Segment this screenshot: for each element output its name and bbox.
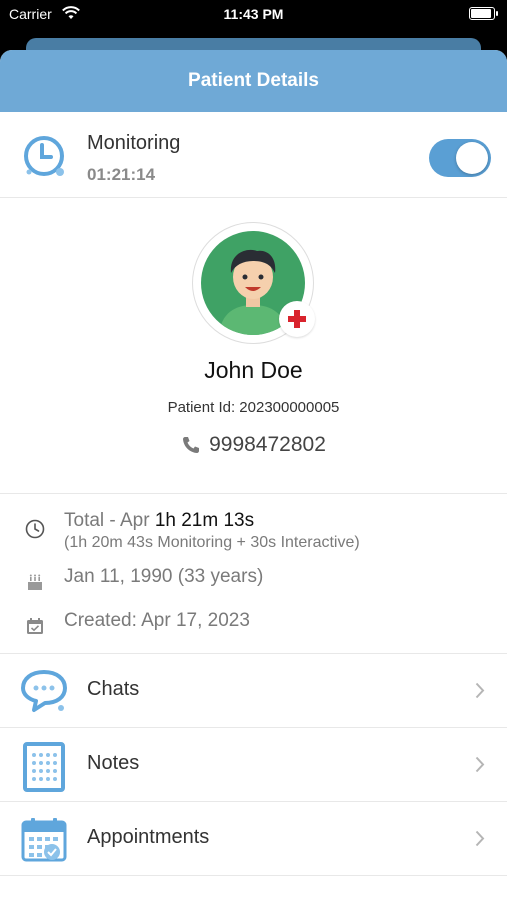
menu-label-appointments: Appointments bbox=[87, 826, 210, 848]
birthday-cake-icon bbox=[25, 572, 45, 597]
created-date: Created: Apr 17, 2023 bbox=[64, 610, 250, 631]
chevron-right-icon bbox=[475, 756, 485, 778]
total-breakdown: (1h 20m 43s Monitoring + 30s Interactive… bbox=[64, 534, 360, 551]
phone-icon bbox=[183, 437, 200, 453]
chevron-right-icon bbox=[475, 682, 485, 704]
clock-time: 11:43 PM bbox=[223, 6, 284, 22]
avatar[interactable] bbox=[192, 222, 315, 344]
menu-item-notes[interactable]: Notes bbox=[0, 728, 507, 802]
menu-item-appointments[interactable]: Appointments bbox=[0, 802, 507, 876]
menu-item-chats[interactable]: Chats bbox=[0, 654, 507, 728]
menu-label-notes: Notes bbox=[87, 752, 140, 774]
notes-icon bbox=[20, 742, 68, 797]
status-bar: Carrier 11:43 PM bbox=[0, 0, 507, 30]
toggle-knob bbox=[456, 142, 488, 174]
patient-id: Patient Id: 202300000005 bbox=[167, 399, 340, 416]
page-title: Patient Details bbox=[0, 50, 507, 112]
chat-bubble-icon bbox=[20, 668, 68, 719]
patient-details-sheet: Patient Details Monitoring 01:21:14 John… bbox=[0, 50, 507, 900]
calendar-icon bbox=[20, 816, 68, 869]
date-of-birth: Jan 11, 1990 (33 years) bbox=[64, 566, 264, 587]
chevron-right-icon bbox=[475, 830, 485, 852]
menu-label-chats: Chats bbox=[87, 678, 140, 700]
total-time: Total - Apr 1h 21m 13s bbox=[64, 510, 254, 532]
monitoring-toggle[interactable] bbox=[429, 139, 491, 177]
calendar-check-icon bbox=[25, 616, 45, 641]
monitoring-timer: 01:21:14 bbox=[87, 165, 156, 184]
monitoring-row: Monitoring 01:21:14 bbox=[0, 112, 507, 198]
clock-icon bbox=[25, 519, 45, 544]
total-value: 1h 21m 13s bbox=[154, 510, 255, 531]
patient-phone[interactable]: 9998472802 bbox=[0, 433, 507, 457]
phone-number: 9998472802 bbox=[209, 433, 326, 456]
total-prefix: Total - Apr bbox=[64, 510, 155, 531]
medical-cross-icon bbox=[279, 301, 315, 337]
monitoring-label: Monitoring bbox=[87, 132, 181, 154]
monitoring-clock-icon bbox=[22, 134, 68, 185]
patient-name: John Doe bbox=[204, 357, 303, 383]
patient-profile: John Doe Patient Id: 202300000005 999847… bbox=[0, 198, 507, 494]
battery-icon bbox=[469, 7, 498, 20]
patient-info-section: Total - Apr 1h 21m 13s (1h 20m 43s Monit… bbox=[0, 494, 507, 654]
